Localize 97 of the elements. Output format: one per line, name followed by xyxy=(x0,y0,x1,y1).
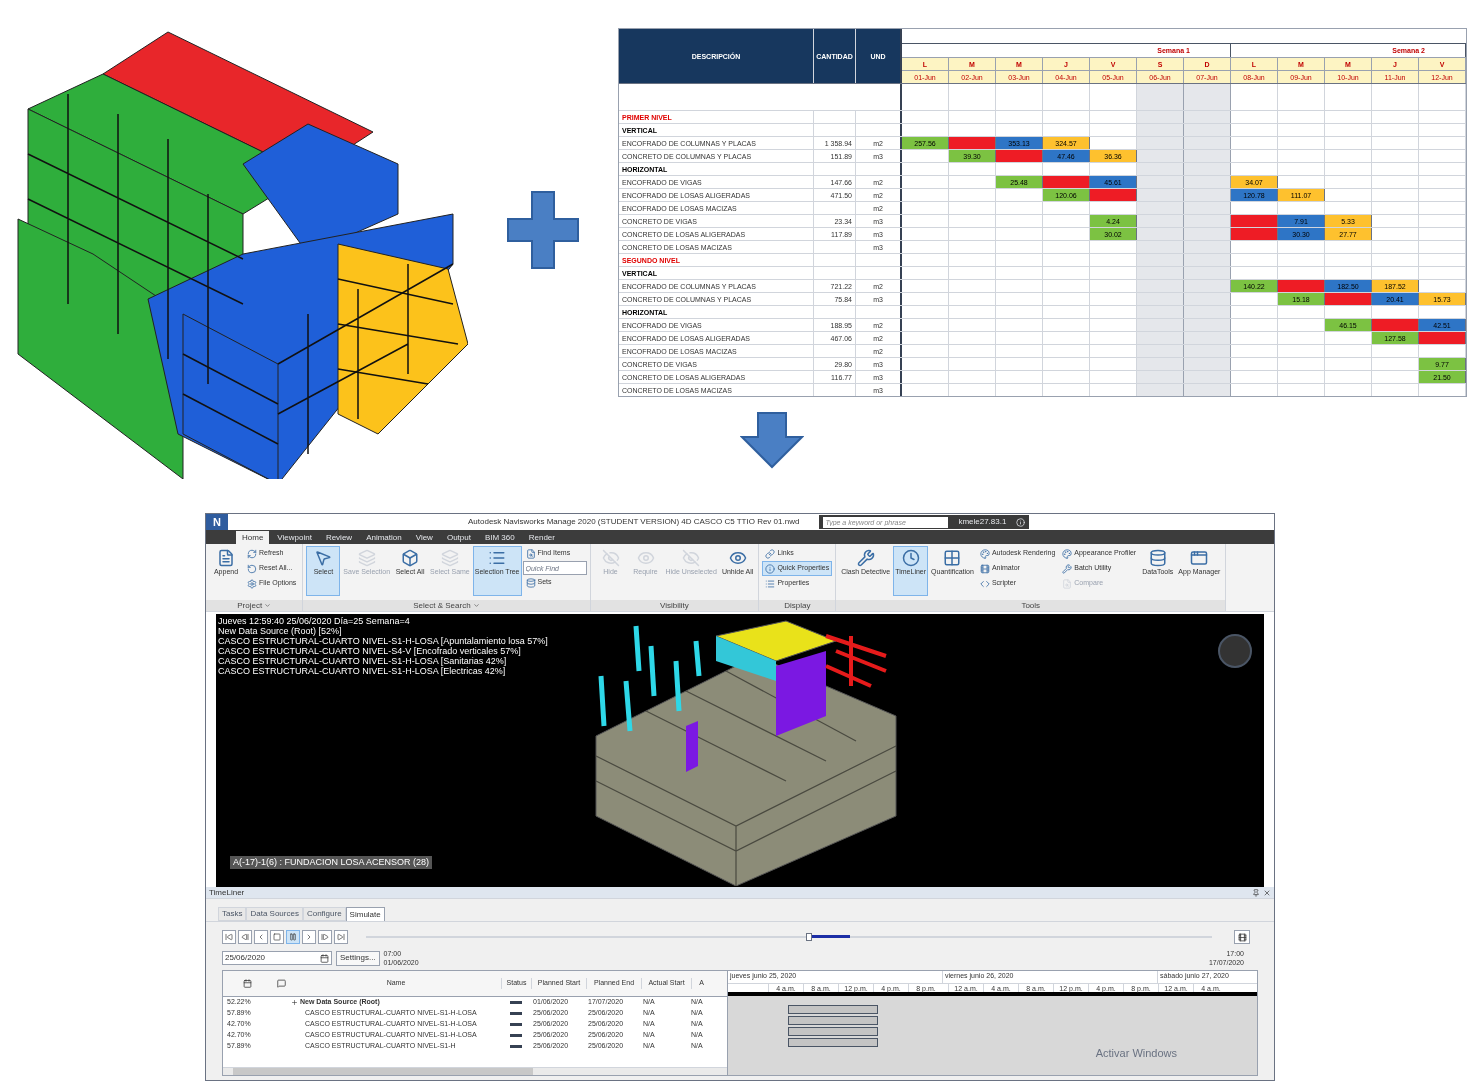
scrollbar-thumb[interactable] xyxy=(233,1068,533,1075)
status-icon xyxy=(510,1023,522,1026)
ribbon-group-label[interactable]: Tools xyxy=(836,600,1226,611)
arrow-down-icon xyxy=(740,411,804,469)
playback-button[interactable] xyxy=(238,930,252,944)
playback-button[interactable] xyxy=(254,930,268,944)
tool-icon xyxy=(979,578,990,589)
activation-notice: Activar Windows xyxy=(1095,1045,1177,1061)
tool-icon xyxy=(943,549,962,567)
app-logo[interactable]: N xyxy=(206,514,228,530)
pin-icon[interactable] xyxy=(1252,888,1260,897)
playback-button[interactable] xyxy=(270,930,284,944)
playback-button[interactable] xyxy=(302,930,316,944)
tool-icon xyxy=(247,563,257,574)
tool-icon xyxy=(728,549,747,567)
playback-icon xyxy=(305,933,313,941)
tool-icon xyxy=(488,549,507,567)
playback-icon xyxy=(225,933,233,941)
tool-icon xyxy=(765,548,776,559)
tool-icon xyxy=(357,549,376,567)
caret-icon xyxy=(472,602,480,609)
panel-tab[interactable]: Configure xyxy=(302,907,346,921)
playback-button[interactable] xyxy=(334,930,348,944)
caret-icon xyxy=(264,602,272,609)
tool-icon xyxy=(601,549,620,567)
panel-tab[interactable]: Simulate xyxy=(345,907,385,921)
ribbon-tab[interactable]: View xyxy=(409,531,439,544)
collapse-icon[interactable] xyxy=(291,999,298,1006)
ribbon-tab[interactable]: Output xyxy=(440,531,477,544)
tool-icon xyxy=(765,578,776,589)
panel-tab[interactable]: Tasks xyxy=(218,907,247,921)
ribbon-group-label[interactable]: Project xyxy=(206,600,303,611)
tool-icon xyxy=(979,563,990,574)
panel-tab[interactable]: Data Sources xyxy=(246,907,303,921)
tool-icon xyxy=(247,578,257,589)
panel-title: TimeLiner xyxy=(209,886,245,899)
tool-icon xyxy=(247,548,257,559)
slider-range xyxy=(811,935,850,938)
simulation-text: New Data Source (Root) [52%] xyxy=(218,626,343,636)
status-icon xyxy=(510,1034,522,1037)
status-icon xyxy=(510,1045,522,1048)
playback-button[interactable] xyxy=(222,930,236,944)
tool-icon xyxy=(1062,548,1073,559)
plus-icon xyxy=(506,190,580,270)
film-icon xyxy=(1237,932,1247,942)
help-icon[interactable] xyxy=(1016,517,1026,527)
simulation-text: Jueves 12:59:40 25/06/2020 Día=25 Semana=4 xyxy=(218,616,411,626)
ribbon-tab[interactable]: Viewpoint xyxy=(271,531,318,544)
playback-button[interactable] xyxy=(318,930,332,944)
simulation-text: CASCO ESTRUCTURAL-CUARTO NIVEL-S1-H-LOSA [Apuntalamiento losa 57%] xyxy=(218,636,549,646)
comment-icon xyxy=(276,979,286,988)
simulation-text: CASCO ESTRUCTURAL-CUARTO NIVEL-S4-V [Encofrado verticales 57%] xyxy=(218,646,522,656)
ribbon-tab[interactable]: Animation xyxy=(360,531,408,544)
ribbon-group-label[interactable]: Visibility xyxy=(590,600,759,611)
ribbon-tab[interactable]: BIM 360 xyxy=(478,531,521,544)
status-icon xyxy=(510,1001,522,1004)
playback-icon xyxy=(289,933,297,941)
tooltip: A(-17)-1(6) : FUNDACION LOSA ACENSOR (28) xyxy=(230,855,433,869)
window-title: Autodesk Navisworks Manage 2020 (STUDENT VERSION) 4D CASCO C5 TTIO Rev 01.nwd xyxy=(468,516,800,528)
ribbon-tab[interactable]: Render xyxy=(522,531,561,544)
slider-thumb[interactable] xyxy=(805,933,812,941)
simulation-text: CASCO ESTRUCTURAL-CUARTO NIVEL-S1-H-LOSA [Sanitarias 42%] xyxy=(218,656,508,666)
playback-icon xyxy=(241,933,249,941)
ribbon-tab[interactable]: Review xyxy=(319,531,359,544)
tool-icon xyxy=(765,563,776,574)
tool-icon xyxy=(856,549,875,567)
ribbon-group-label[interactable]: Select & Search xyxy=(303,600,590,611)
tool-icon xyxy=(440,549,459,567)
status-icon xyxy=(510,1012,522,1015)
close-icon[interactable] xyxy=(1263,888,1271,897)
playback-icon xyxy=(321,933,329,941)
tool-icon xyxy=(525,577,536,588)
ribbon-group-label[interactable]: Display xyxy=(759,600,836,611)
playback-icon xyxy=(337,933,345,941)
settings-button[interactable]: Settings... xyxy=(336,950,380,966)
viewcube-icon[interactable] xyxy=(1218,634,1252,668)
tool-icon xyxy=(901,549,920,567)
tool-icon xyxy=(525,548,536,559)
ribbon-tab[interactable]: Home xyxy=(236,531,270,544)
tool-icon xyxy=(636,549,655,567)
date-field[interactable]: 25/06/2020 xyxy=(222,951,332,965)
calendar-icon xyxy=(242,979,252,988)
tool-icon xyxy=(682,549,701,567)
calendar-icon xyxy=(320,953,329,963)
playback-button[interactable] xyxy=(286,930,300,944)
tool-icon xyxy=(314,549,333,567)
tool-icon xyxy=(217,549,235,567)
3d-viewport[interactable] xyxy=(216,614,1264,887)
tool-icon xyxy=(979,548,990,559)
tool-icon xyxy=(1148,549,1167,567)
user-name[interactable]: kmele27.83.1 xyxy=(958,516,1007,528)
tool-icon xyxy=(401,549,420,567)
tool-icon xyxy=(1062,563,1073,574)
simulation-text: CASCO ESTRUCTURAL-CUARTO NIVEL-S1-H-LOSA [Electricas 42%] xyxy=(218,666,507,676)
export-button[interactable] xyxy=(1234,930,1250,944)
tool-icon xyxy=(1062,578,1073,589)
tool-icon xyxy=(1190,549,1209,567)
